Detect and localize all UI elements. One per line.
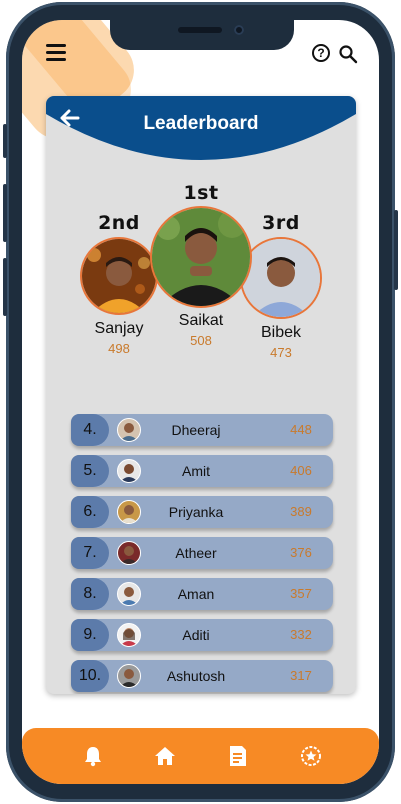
- avatar: [117, 459, 141, 483]
- leaderboard-row[interactable]: 8. Aman 357: [71, 578, 333, 610]
- hamburger-menu-icon[interactable]: [46, 44, 66, 62]
- document-icon[interactable]: [227, 745, 249, 767]
- leaderboard-row[interactable]: 5. Amit 406: [71, 455, 333, 487]
- home-icon[interactable]: [154, 745, 176, 767]
- row-score: 406: [290, 463, 312, 478]
- phone-notch: [110, 20, 294, 50]
- podium-rank-label: 3rd: [262, 212, 300, 234]
- row-name: Ashutosh: [166, 668, 226, 684]
- leaderboard-row[interactable]: 9. Aditi 332: [71, 619, 333, 651]
- avatar: [240, 237, 322, 319]
- avatar: [117, 418, 141, 442]
- row-score: 357: [290, 586, 312, 601]
- row-rank: 7.: [71, 537, 109, 569]
- player-name: Bibek: [260, 324, 302, 341]
- player-name: Sanjay: [94, 320, 144, 337]
- row-name: Dheeraj: [171, 422, 221, 438]
- volume-up-button: [3, 184, 7, 242]
- volume-down-button: [3, 258, 7, 316]
- row-name: Aditi: [182, 627, 210, 643]
- row-score: 376: [290, 545, 312, 560]
- leaderboard-row[interactable]: 10. Ashutosh 317: [71, 660, 333, 692]
- row-name: Priyanka: [168, 504, 224, 520]
- leaderboard-row[interactable]: 7. Atheer 376: [71, 537, 333, 569]
- row-score: 389: [290, 504, 312, 519]
- badge-icon[interactable]: [300, 745, 322, 767]
- row-rank: 10.: [71, 660, 109, 692]
- podium-second[interactable]: 2nd Sanjay 498: [80, 212, 158, 356]
- player-score: 498: [108, 341, 130, 356]
- speaker-grille: [178, 27, 222, 33]
- search-icon[interactable]: [338, 44, 358, 64]
- avatar: [117, 623, 141, 647]
- row-rank: 9.: [71, 619, 109, 651]
- avatar: [117, 500, 141, 524]
- app-screen: ? Leaderboard 2nd Sanjay 498 3rd Bibek 4…: [22, 20, 379, 784]
- power-button: [394, 210, 398, 290]
- avatar: [117, 582, 141, 606]
- leaderboard-card: Leaderboard 2nd Sanjay 498 3rd Bibek 473…: [46, 96, 356, 694]
- row-score: 332: [290, 627, 312, 642]
- row-rank: 8.: [71, 578, 109, 610]
- player-score: 508: [190, 333, 212, 348]
- page-title: Leaderboard: [143, 113, 259, 134]
- row-score: 448: [290, 422, 312, 437]
- leaderboard-row[interactable]: 4. Dheeraj 448: [71, 414, 333, 446]
- podium-third[interactable]: 3rd Bibek 473: [240, 212, 322, 360]
- leaderboard-header: [46, 96, 356, 160]
- row-name: Aman: [177, 586, 215, 602]
- avatar: [150, 206, 252, 308]
- avatar: [80, 237, 158, 315]
- bell-icon[interactable]: [82, 745, 104, 767]
- mute-switch: [3, 124, 7, 158]
- player-score: 473: [270, 345, 292, 360]
- podium-rank-label: 2nd: [98, 212, 140, 234]
- front-camera: [234, 25, 244, 35]
- leaderboard-row[interactable]: 6. Priyanka 389: [71, 496, 333, 528]
- row-name: Amit: [182, 463, 210, 479]
- podium-first[interactable]: 1st Saikat 508: [150, 182, 252, 348]
- row-rank: 5.: [71, 455, 109, 487]
- podium-rank-label: 1st: [183, 182, 219, 204]
- avatar: [117, 541, 141, 565]
- bottom-navigation: [22, 728, 379, 784]
- row-name: Atheer: [175, 545, 217, 561]
- row-rank: 6.: [71, 496, 109, 528]
- player-name: Saikat: [178, 312, 224, 329]
- avatar: [117, 664, 141, 688]
- help-icon[interactable]: ?: [312, 44, 330, 62]
- row-rank: 4.: [71, 414, 109, 446]
- row-score: 317: [290, 668, 312, 683]
